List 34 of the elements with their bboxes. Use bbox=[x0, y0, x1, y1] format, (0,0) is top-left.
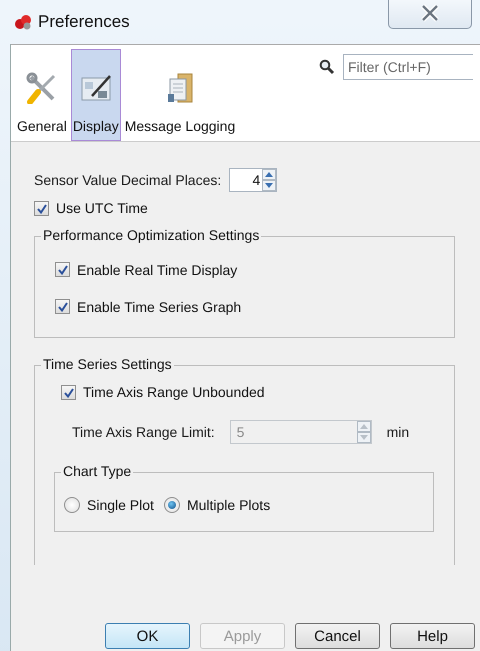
group-title: Performance Optimization Settings bbox=[41, 227, 262, 243]
dialog-button[interactable]: Help bbox=[390, 623, 475, 649]
checkbox-label: Enable Time Series Graph bbox=[77, 298, 242, 314]
dialog-button[interactable]: OK bbox=[105, 623, 190, 649]
group-title: Time Series Settings bbox=[41, 356, 174, 372]
group-title: Chart Type bbox=[61, 463, 134, 479]
radio-button[interactable]: Single Plot bbox=[64, 497, 154, 513]
number-spinner[interactable]: 4 bbox=[229, 168, 278, 192]
checkbox[interactable]: Enable Time Series Graph bbox=[55, 288, 242, 325]
checkbox[interactable]: Use UTC Time bbox=[34, 194, 455, 222]
checkbox-label: Time Axis Range Unbounded bbox=[83, 384, 265, 400]
category-tab[interactable]: Message Logging bbox=[122, 49, 238, 141]
close-button[interactable] bbox=[388, 0, 472, 29]
field-label: Time Axis Range Limit: bbox=[72, 424, 215, 440]
category-tab[interactable]: General bbox=[15, 49, 69, 141]
checkbox[interactable]: Enable Real Time Display bbox=[55, 251, 238, 288]
radio-label: Single Plot bbox=[87, 497, 154, 513]
search-icon bbox=[319, 59, 335, 75]
checkbox-label: Enable Real Time Display bbox=[77, 262, 238, 278]
field-label: Sensor Value Decimal Places: bbox=[34, 172, 222, 188]
category-tab[interactable]: Display bbox=[70, 49, 121, 141]
filter-field[interactable]: Filter (Ctrl+F) bbox=[343, 54, 473, 80]
dialog-button[interactable]: Cancel bbox=[295, 623, 380, 649]
tools-icon bbox=[26, 72, 58, 104]
window-title: Preferences bbox=[38, 12, 130, 32]
app-icon bbox=[14, 14, 32, 30]
unit-label: min bbox=[386, 424, 410, 440]
close-icon bbox=[420, 4, 440, 22]
radio-label: Multiple Plots bbox=[186, 497, 270, 513]
radio-button[interactable]: Multiple Plots bbox=[164, 497, 270, 513]
spinner-arrows-icon bbox=[262, 169, 276, 191]
checkbox-label: Use UTC Time bbox=[56, 200, 148, 216]
spinner-arrows-icon bbox=[356, 421, 371, 443]
checkbox[interactable]: Time Axis Range Unbounded bbox=[61, 378, 265, 406]
